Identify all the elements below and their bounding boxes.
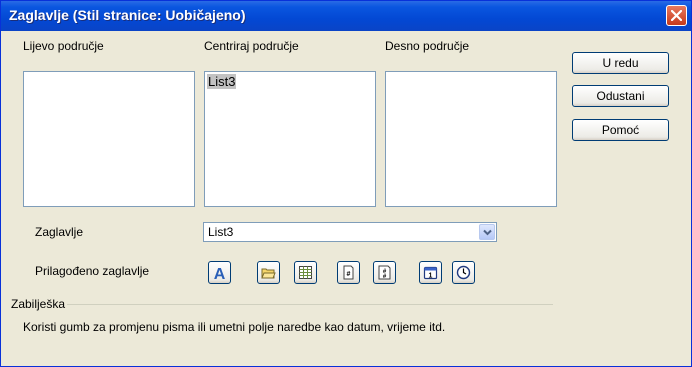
date-icon: 1 (423, 266, 438, 280)
file-name-button[interactable] (257, 261, 280, 284)
time-button[interactable] (452, 261, 475, 284)
date-button[interactable]: 1 (419, 261, 442, 284)
center-area-editor[interactable]: List3 (204, 71, 376, 207)
page-icon: # (343, 265, 354, 280)
header-dialog: Zaglavlje (Stil stranice: Uobičajeno) Li… (0, 0, 692, 367)
help-button[interactable]: Pomoć (572, 119, 669, 141)
page-number-button[interactable]: # (337, 261, 360, 284)
ok-button[interactable]: U redu (572, 52, 669, 74)
svg-text:1: 1 (429, 273, 433, 280)
sheet-name-icon (299, 266, 312, 279)
title-bar[interactable]: Zaglavlje (Stil stranice: Uobičajeno) (1, 1, 691, 31)
close-button[interactable] (666, 5, 687, 26)
header-select[interactable]: List3 (203, 222, 497, 242)
header-label: Zaglavlje (35, 225, 84, 239)
header-select-value: List3 (208, 225, 234, 239)
center-area-label: Centriraj područje (204, 39, 299, 53)
dialog-body: Lijevo područje Centriraj područje Desno… (1, 31, 691, 366)
right-area-label: Desno područje (385, 39, 470, 53)
window-title: Zaglavlje (Stil stranice: Uobičajeno) (9, 7, 246, 23)
cancel-button[interactable]: Odustani (572, 85, 669, 107)
pages-icon: # # (378, 265, 391, 280)
sheet-name-button[interactable] (294, 261, 317, 284)
note-separator (67, 304, 553, 305)
dropdown-button[interactable] (479, 224, 495, 240)
left-area-label: Lijevo područje (23, 39, 104, 53)
text-attributes-button[interactable]: A (208, 261, 231, 284)
file-name-icon (261, 268, 276, 279)
close-icon (671, 10, 682, 21)
total-pages-button[interactable]: # # (373, 261, 396, 284)
font-attributes-icon: A (214, 266, 226, 280)
svg-text:A: A (214, 266, 226, 280)
center-area-text: List3 (207, 74, 237, 89)
custom-header-label: Prilagođeno zaglavlje (35, 264, 150, 278)
left-area-editor[interactable] (23, 71, 195, 207)
svg-text:#: # (347, 271, 351, 278)
note-text: Koristi gumb za promjenu pisma ili umetn… (23, 320, 446, 334)
time-icon (456, 265, 471, 280)
note-heading: Zabilješka (11, 297, 66, 311)
right-area-editor[interactable] (385, 71, 557, 207)
chevron-down-icon (483, 229, 492, 236)
